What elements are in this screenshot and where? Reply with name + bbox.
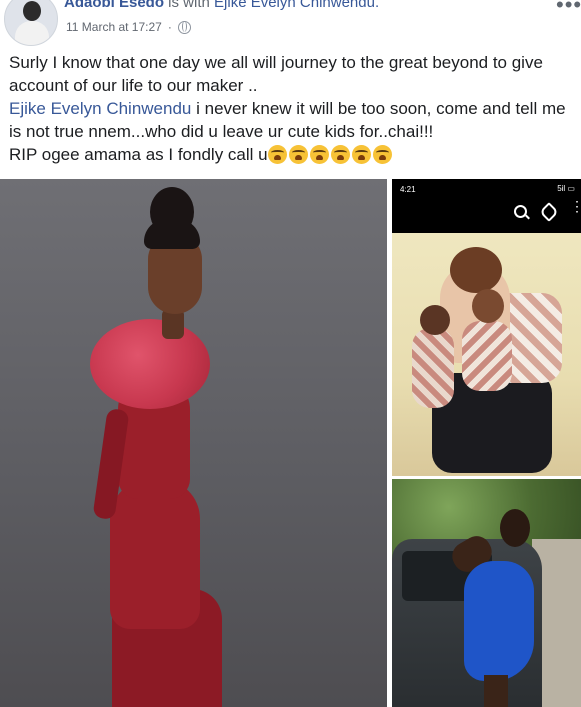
more-vertical-icon: ⋮	[570, 198, 581, 214]
loudly-crying-face-emoji	[288, 145, 308, 164]
family-photo[interactable]: 4:21 5il ▭ ⋮	[392, 179, 581, 476]
more-options-icon[interactable]: •••	[556, 0, 581, 18]
timestamp-link[interactable]: 11 March at 17:27	[66, 20, 162, 34]
with-text: is with	[164, 0, 215, 11]
scene-child-right-head	[472, 289, 504, 323]
author-avatar[interactable]	[4, 0, 58, 46]
post-line-1: Surly I know that one day we all will jo…	[9, 53, 543, 95]
scene-child-left	[412, 328, 454, 408]
post-meta: 11 March at 17:27 ·	[66, 20, 191, 34]
loudly-crying-face-emoji	[309, 145, 329, 164]
scene-woman-legs	[484, 675, 508, 707]
main-photo[interactable]	[0, 179, 387, 707]
family-scene	[392, 233, 581, 476]
post-header: Adaobi Esedo is with Ejike Evelyn Chinwe…	[0, 0, 581, 46]
outdoor-photo[interactable]	[392, 479, 581, 707]
emoji-row	[267, 145, 394, 164]
post-line-3: RIP ogee amama as I fondly call u	[9, 143, 575, 166]
meta-separator: ·	[167, 20, 172, 34]
tagged-person-link[interactable]: Ejike Evelyn Chinwendu.	[214, 0, 379, 11]
author-line: Adaobi Esedo is with Ejike Evelyn Chinwe…	[64, 0, 379, 11]
photo-feather-shawl	[90, 319, 210, 409]
scene-child-left-head	[420, 305, 450, 335]
photo-figure-hair-bun	[150, 187, 194, 237]
post-body: Surly I know that one day we all will jo…	[9, 51, 575, 166]
tag-icon	[539, 202, 559, 222]
phone-status-time: 4:21	[400, 185, 416, 194]
avatar-figure-body	[15, 21, 49, 45]
loudly-crying-face-emoji	[351, 145, 371, 164]
scene-child-right	[462, 321, 512, 391]
scene-woman-hair	[450, 247, 502, 293]
loudly-crying-face-emoji	[330, 145, 350, 164]
author-name-link[interactable]: Adaobi Esedo	[64, 0, 164, 11]
scene-blue-dress	[464, 561, 534, 681]
phone-status-bar: 4:21 5il ▭ ⋮	[392, 179, 581, 233]
photo-figure-torso	[110, 479, 200, 629]
search-icon	[514, 205, 527, 218]
post-line-2: Ejike Evelyn Chinwendu i never knew it w…	[9, 97, 575, 143]
post-line-3-text: RIP ogee amama as I fondly call u	[9, 145, 268, 164]
scene-woman-head	[500, 509, 530, 547]
loudly-crying-face-emoji	[267, 145, 287, 164]
phone-status-icons: 5il ▭	[557, 184, 575, 193]
avatar-figure-head	[23, 1, 41, 21]
globe-icon[interactable]	[177, 20, 191, 34]
mention-link[interactable]: Ejike Evelyn Chinwendu	[9, 99, 191, 118]
loudly-crying-face-emoji	[372, 145, 392, 164]
